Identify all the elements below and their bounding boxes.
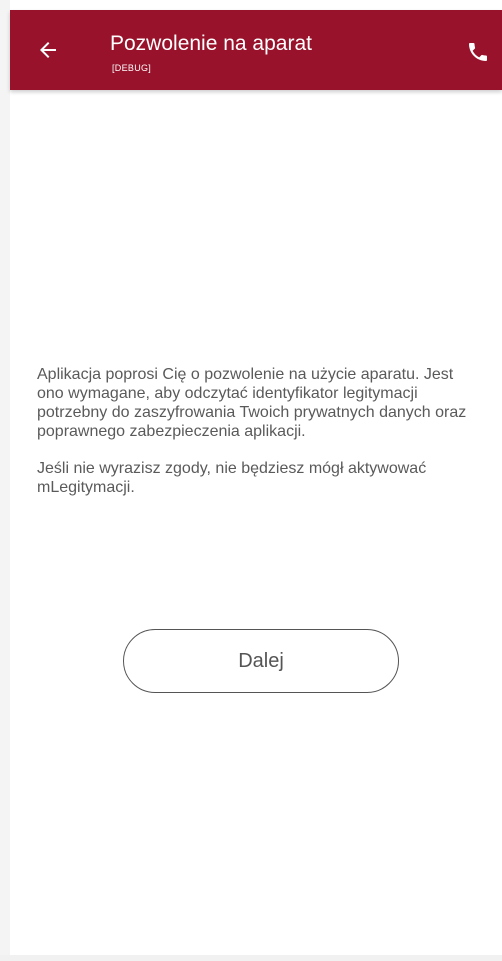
screen: Pozwolenie na aparat [DEBUG] Aplikacja p… bbox=[0, 0, 502, 961]
next-button[interactable]: Dalej bbox=[123, 629, 399, 693]
phone-icon bbox=[469, 43, 487, 61]
permission-description: Aplikacja poprosi Cię o pozwolenie na uż… bbox=[37, 365, 467, 515]
left-edge bbox=[0, 0, 10, 961]
arrow-back-icon bbox=[40, 42, 56, 58]
back-button[interactable] bbox=[28, 30, 68, 70]
debug-label: [DEBUG] bbox=[112, 63, 152, 73]
app-bar: Pozwolenie na aparat [DEBUG] bbox=[10, 10, 502, 90]
call-button[interactable] bbox=[458, 32, 498, 72]
bottom-edge bbox=[0, 955, 502, 961]
page-title: Pozwolenie na aparat bbox=[110, 32, 312, 55]
description-paragraph-2: Jeśli nie wyrazisz zgody, nie będziesz m… bbox=[37, 460, 427, 496]
description-paragraph-1: Aplikacja poprosi Cię o pozwolenie na uż… bbox=[37, 366, 467, 440]
